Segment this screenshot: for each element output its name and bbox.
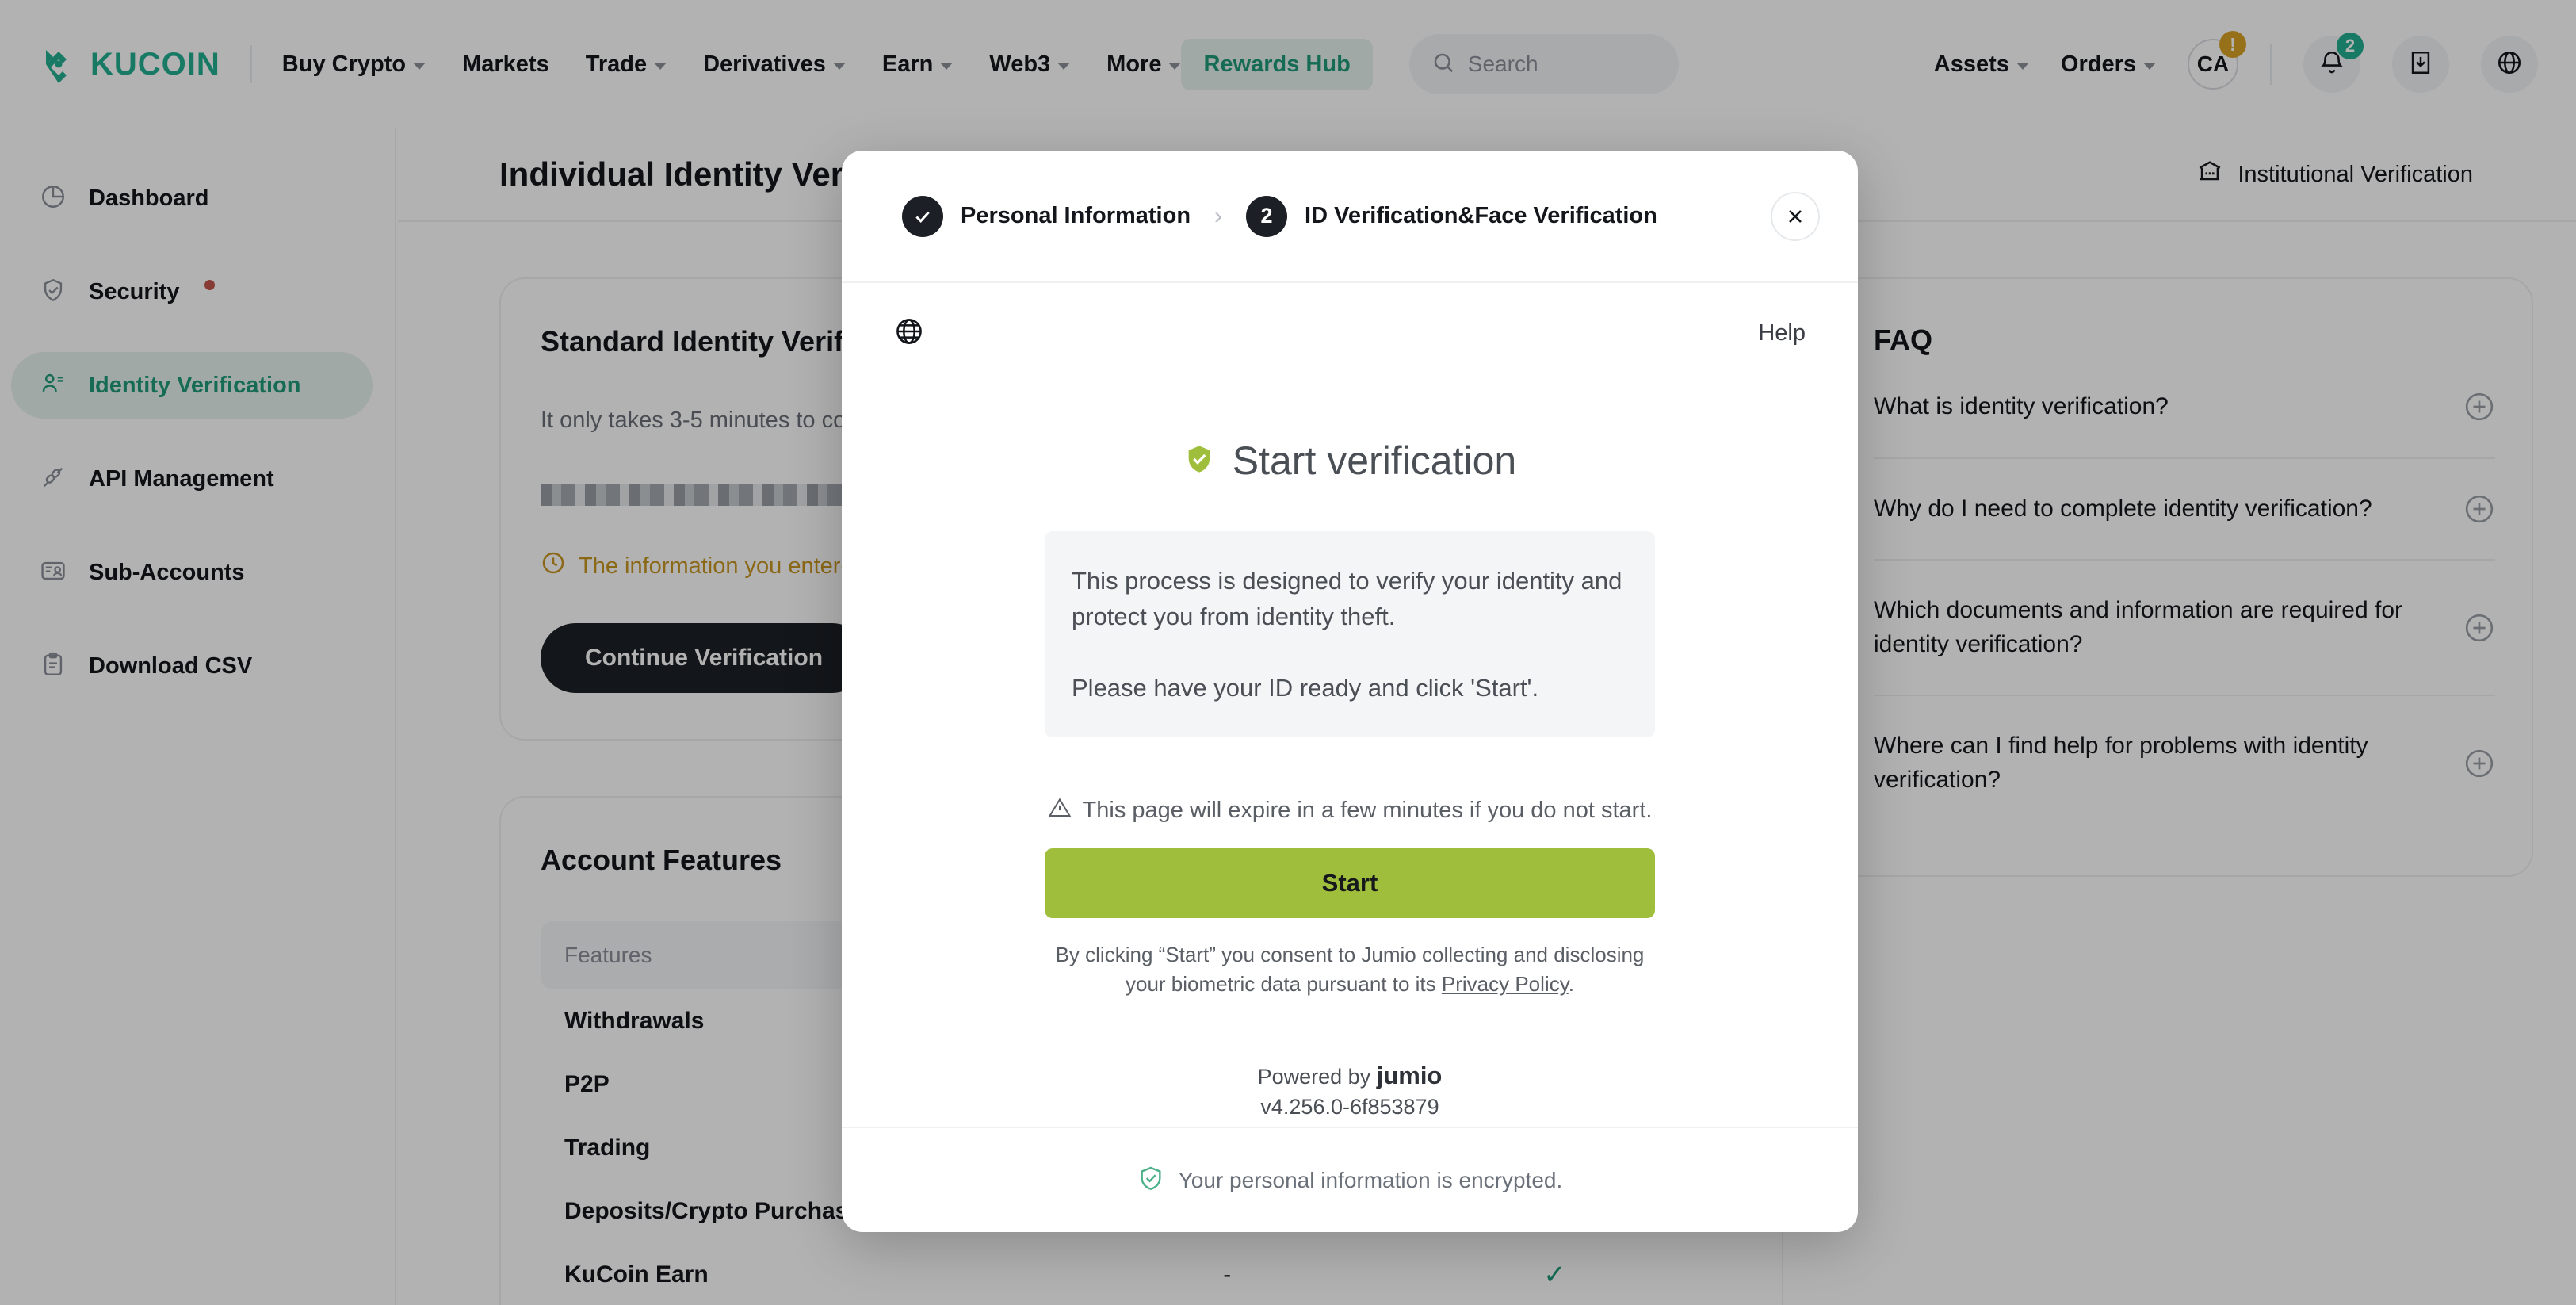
verification-info-box: This process is designed to verify your … [1045, 531, 1655, 737]
step-id-face-verification[interactable]: 2 ID Verification&Face Verification [1246, 196, 1657, 237]
jumio-start-panel: Start verification This process is desig… [842, 350, 1858, 1127]
jumio-brand: jumio [1377, 1062, 1443, 1089]
start-verification-heading-row: Start verification [1183, 438, 1516, 484]
step-separator: › [1214, 203, 1222, 230]
step-number: 2 [1246, 196, 1287, 237]
consent-suffix: . [1569, 972, 1574, 996]
privacy-policy-link[interactable]: Privacy Policy [1442, 972, 1569, 996]
step-label: ID Verification&Face Verification [1305, 203, 1657, 229]
help-link[interactable]: Help [1758, 320, 1806, 346]
start-verification-title: Start verification [1233, 438, 1516, 484]
consent-text: By clicking “Start” you consent to Jumio… [1045, 940, 1655, 1000]
identity-verification-modal: Personal Information › 2 ID Verification… [842, 151, 1858, 1232]
powered-by-jumio: Powered by jumio [1258, 1062, 1443, 1090]
modal-stepper-header: Personal Information › 2 ID Verification… [842, 151, 1858, 283]
modal-footer: Your personal information is encrypted. [842, 1127, 1858, 1232]
expiry-warning-text: This page will expire in a few minutes i… [1083, 798, 1653, 824]
shield-check-icon [1183, 443, 1215, 479]
language-globe-icon[interactable] [894, 316, 924, 350]
app-root: KUCOIN Buy Crypto Markets Trade Derivati… [0, 0, 2576, 1305]
jumio-version: v4.256.0-6f853879 [1260, 1095, 1439, 1119]
start-button[interactable]: Start [1045, 848, 1655, 918]
warning-triangle-icon [1048, 796, 1072, 826]
close-modal-button[interactable] [1771, 192, 1820, 241]
step-complete-icon [902, 196, 943, 237]
shield-check-icon [1137, 1165, 1164, 1196]
encryption-note: Your personal information is encrypted. [1179, 1168, 1563, 1193]
step-label: Personal Information [961, 203, 1191, 229]
step-personal-information[interactable]: Personal Information [902, 196, 1191, 237]
info-line-2: Please have your ID ready and click 'Sta… [1072, 670, 1628, 706]
powered-by-prefix: Powered by [1258, 1065, 1377, 1089]
jumio-toolbar: Help [842, 283, 1858, 350]
jumio-iframe-body: Help Start verification This process is … [842, 283, 1858, 1127]
expiry-warning: This page will expire in a few minutes i… [1048, 796, 1653, 826]
info-line-1: This process is designed to verify your … [1072, 563, 1628, 635]
